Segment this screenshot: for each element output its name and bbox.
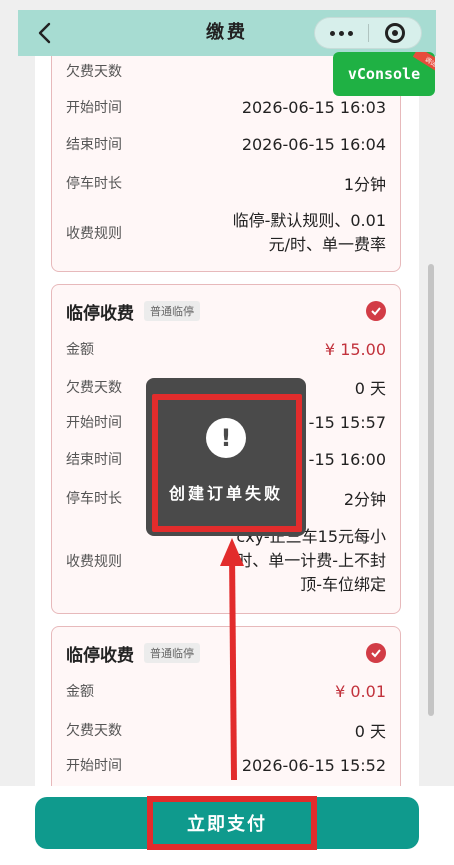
row-label: 欠费天数 bbox=[66, 64, 122, 80]
fee-row: 停车时长 1分钟 bbox=[66, 171, 386, 195]
row-label: 金额 bbox=[66, 684, 94, 700]
row-label: 开始时间 bbox=[66, 758, 122, 774]
check-circle-icon[interactable] bbox=[366, 301, 386, 321]
check-circle-icon[interactable] bbox=[366, 643, 386, 663]
row-label: 收费规则 bbox=[66, 554, 122, 570]
row-value: 2分钟 bbox=[343, 490, 386, 509]
more-dots-icon[interactable] bbox=[315, 17, 368, 49]
card-header: 临停收费 普通临停 bbox=[66, 297, 386, 325]
row-label: 收费规则 bbox=[66, 226, 122, 242]
card-header: 临停收费 普通临停 bbox=[66, 639, 386, 667]
fee-row: 开始时间 2026-06-15 15:52 bbox=[66, 755, 386, 775]
row-label: 开始时间 bbox=[66, 100, 122, 116]
row-value: 0 天 bbox=[354, 722, 386, 741]
fee-card-3[interactable]: 临停收费 普通临停 金额 ¥ 0.01 欠费天数 0 天 开始时间 2026-0… bbox=[51, 626, 401, 796]
fee-row: 金额 ¥ 0.01 bbox=[66, 681, 386, 701]
row-label: 金额 bbox=[66, 342, 94, 358]
parking-type-tag: 普通临停 bbox=[144, 643, 200, 663]
nav-bar: 缴费 bbox=[18, 10, 436, 56]
card-title: 临停收费 bbox=[66, 645, 134, 666]
target-close-icon[interactable] bbox=[369, 17, 421, 49]
vconsole-label: vConsole bbox=[347, 65, 421, 83]
amount-value: ¥ 15.00 bbox=[324, 339, 386, 359]
amount-value: ¥ 0.01 bbox=[335, 681, 386, 701]
scrollbar[interactable] bbox=[428, 264, 434, 716]
row-value: 2026-06-15 15:52 bbox=[241, 755, 386, 775]
fee-row: 结束时间 2026-06-15 16:04 bbox=[66, 134, 386, 154]
row-value: 临停-默认规则、0.01元/时、单一费率 bbox=[232, 211, 386, 254]
annotation-box-toast bbox=[152, 394, 302, 532]
row-label: 结束时间 bbox=[66, 137, 122, 153]
fee-row: 开始时间 2026-06-15 16:03 bbox=[66, 97, 386, 117]
annotation-box-pay bbox=[147, 796, 317, 850]
card-title: 临停收费 bbox=[66, 303, 134, 324]
row-value: 2026-06-15 16:03 bbox=[241, 97, 386, 117]
fee-row: 金额 ¥ 15.00 bbox=[66, 339, 386, 359]
row-label: 欠费天数 bbox=[66, 723, 122, 739]
parking-type-tag: 普通临停 bbox=[144, 301, 200, 321]
fee-row: 收费规则 临停-默认规则、0.01元/时、单一费率 bbox=[66, 205, 386, 261]
row-value: 0 天 bbox=[354, 379, 386, 398]
toast-message: 创建订单失败 bbox=[168, 484, 283, 503]
row-value: 1分钟 bbox=[343, 175, 386, 194]
mini-program-capsule bbox=[314, 17, 422, 49]
row-value: -15 16:00 bbox=[308, 449, 386, 469]
row-label: 停车时长 bbox=[66, 176, 122, 192]
vconsole-button[interactable]: vConsole 调试 bbox=[333, 52, 435, 96]
row-value: 2026-06-15 16:04 bbox=[241, 134, 386, 154]
fee-row: 欠费天数 0 天 bbox=[66, 718, 386, 742]
row-value: -15 15:57 bbox=[308, 412, 386, 432]
exclamation-icon: ! bbox=[206, 418, 246, 458]
